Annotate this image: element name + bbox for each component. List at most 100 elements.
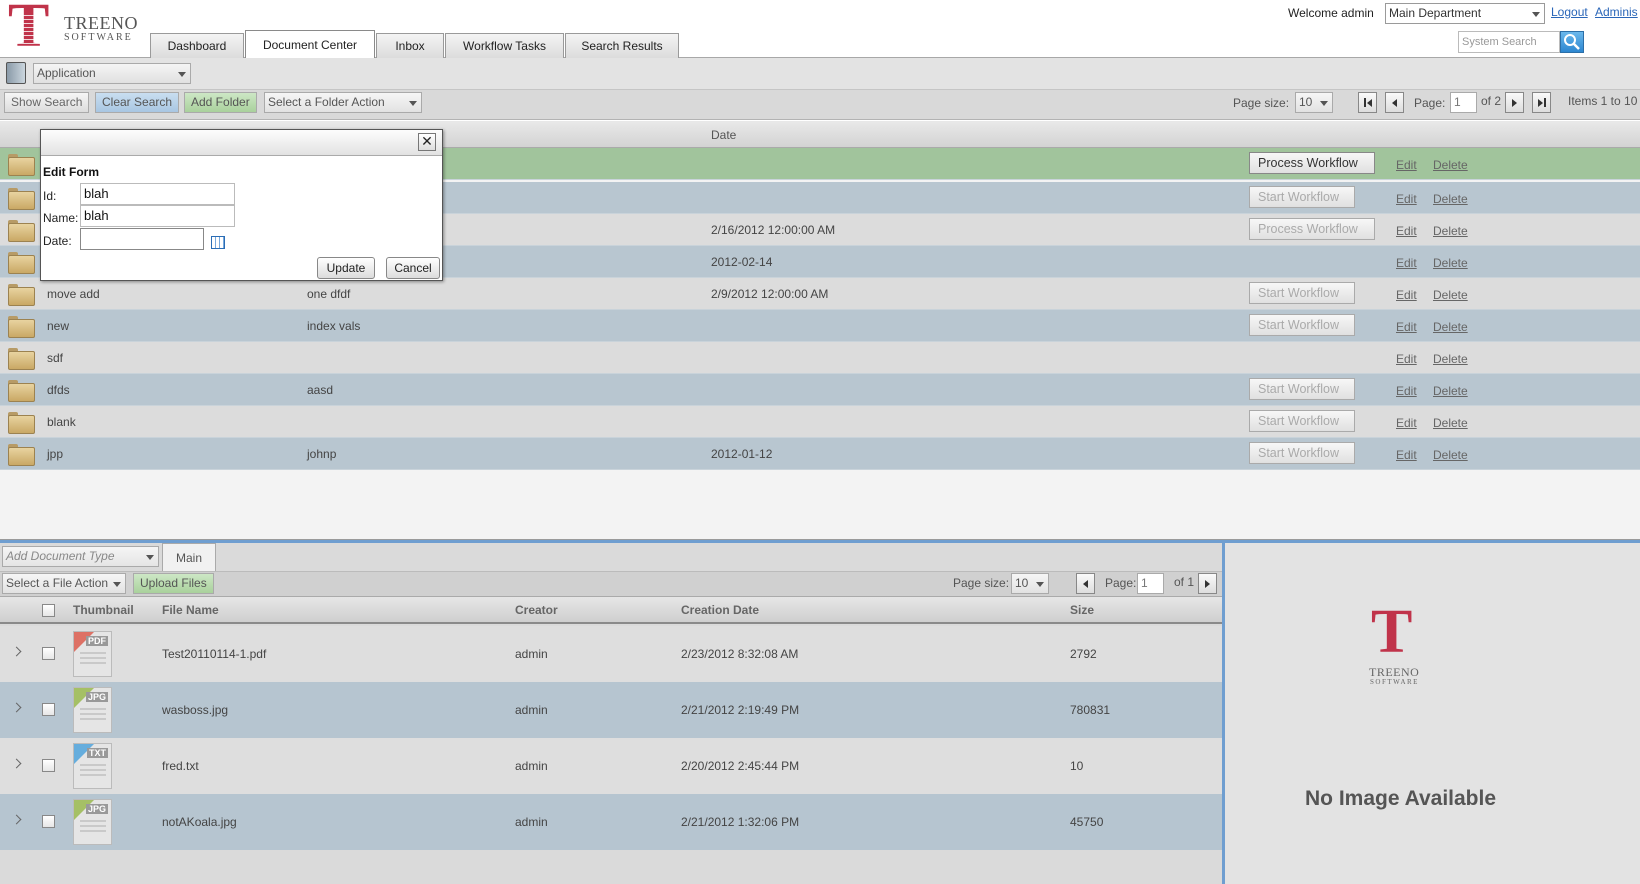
workflow-button[interactable]: Process Workflow bbox=[1249, 152, 1375, 174]
file-row[interactable]: JPG wasboss.jpg admin 2/21/2012 2:19:49 PM 7… bbox=[0, 682, 1222, 738]
file-page-input[interactable]: 1 bbox=[1137, 573, 1164, 594]
edit-link[interactable]: Edit bbox=[1396, 288, 1417, 302]
add-folder-button[interactable]: Add Folder bbox=[184, 92, 257, 113]
delete-link[interactable]: Delete bbox=[1433, 416, 1468, 430]
dialog-titlebar[interactable] bbox=[41, 130, 442, 156]
upload-files-button[interactable]: Upload Files bbox=[133, 573, 214, 594]
folder-row[interactable]: move add one dfdf 2/9/2012 12:00:00 AM Star… bbox=[0, 278, 1640, 310]
chevron-down-icon bbox=[409, 101, 417, 106]
delete-link[interactable]: Delete bbox=[1433, 158, 1468, 172]
page-input[interactable]: 1 bbox=[1450, 92, 1477, 113]
search-icon[interactable] bbox=[1560, 31, 1584, 53]
file-type-badge: JPG bbox=[85, 692, 108, 702]
prev-page-button[interactable] bbox=[1385, 92, 1404, 113]
id-input[interactable]: blah bbox=[80, 183, 235, 205]
file-thumbnail[interactable]: TXT bbox=[73, 743, 112, 789]
delete-link[interactable]: Delete bbox=[1433, 384, 1468, 398]
row-checkbox[interactable] bbox=[42, 703, 55, 716]
file-thumbnail[interactable]: JPG bbox=[73, 799, 112, 845]
workflow-button[interactable]: Start Workflow bbox=[1249, 442, 1355, 464]
clear-search-button[interactable]: Clear Search bbox=[95, 92, 180, 113]
file-next-page-button[interactable] bbox=[1198, 573, 1217, 594]
row-checkbox[interactable] bbox=[42, 815, 55, 828]
tab-search-results[interactable]: Search Results bbox=[565, 33, 679, 58]
edit-link[interactable]: Edit bbox=[1396, 448, 1417, 462]
chevron-right-icon[interactable] bbox=[11, 702, 22, 713]
workflow-button[interactable]: Start Workflow bbox=[1249, 314, 1355, 336]
tab-main[interactable]: Main bbox=[162, 543, 216, 571]
workflow-button[interactable]: Start Workflow bbox=[1249, 378, 1355, 400]
file-action-select[interactable]: Select a File Action bbox=[2, 573, 126, 594]
close-icon[interactable]: ✕ bbox=[418, 133, 436, 151]
edit-link[interactable]: Edit bbox=[1396, 192, 1417, 206]
tab-workflow-tasks[interactable]: Workflow Tasks bbox=[445, 33, 564, 58]
delete-link[interactable]: Delete bbox=[1433, 192, 1468, 206]
tab-dashboard[interactable]: Dashboard bbox=[150, 33, 244, 58]
folder-icon bbox=[8, 252, 35, 274]
edit-link[interactable]: Edit bbox=[1396, 352, 1417, 366]
tab-inbox[interactable]: Inbox bbox=[376, 33, 444, 58]
row-checkbox[interactable] bbox=[42, 647, 55, 660]
cabinet-select[interactable]: Application bbox=[33, 63, 191, 84]
file-row[interactable]: JPG notAKoala.jpg admin 2/21/2012 1:32:06 P… bbox=[0, 794, 1222, 850]
workflow-button[interactable]: Start Workflow bbox=[1249, 282, 1355, 304]
show-search-button[interactable]: Show Search bbox=[4, 92, 90, 113]
edit-link[interactable]: Edit bbox=[1396, 256, 1417, 270]
file-prev-page-button[interactable] bbox=[1076, 573, 1095, 594]
folder-row[interactable]: jpp johnp 2012-01-12 Start Workflow Edit Dele… bbox=[0, 438, 1640, 470]
file-row[interactable]: PDF Test20110114-1.pdf admin 2/23/2012 8:32… bbox=[0, 626, 1222, 682]
delete-link[interactable]: Delete bbox=[1433, 256, 1468, 270]
file-thumbnail[interactable]: PDF bbox=[73, 631, 112, 677]
folder-row[interactable]: new index vals Start Workflow Edit Delete bbox=[0, 310, 1640, 342]
next-page-button[interactable] bbox=[1505, 92, 1524, 113]
folder-action-select[interactable]: Select a Folder Action bbox=[264, 92, 422, 113]
workflow-button[interactable]: Process Workflow bbox=[1249, 218, 1375, 240]
page-size-select[interactable]: 10 bbox=[1295, 92, 1333, 113]
cancel-button[interactable]: Cancel bbox=[386, 257, 440, 279]
admin-link[interactable]: Adminis bbox=[1595, 5, 1638, 19]
folder-row[interactable]: sdf Edit Delete bbox=[0, 342, 1640, 374]
system-search-input[interactable]: System Search bbox=[1458, 31, 1560, 53]
delete-link[interactable]: Delete bbox=[1433, 352, 1468, 366]
folder-row[interactable]: blank Start Workflow Edit Delete bbox=[0, 406, 1640, 438]
file-size: 2792 bbox=[1070, 647, 1097, 661]
chevron-right-icon bbox=[1512, 99, 1517, 107]
calendar-icon[interactable] bbox=[211, 236, 225, 249]
file-page-size-select[interactable]: 10 bbox=[1011, 573, 1049, 594]
chevron-right-icon[interactable] bbox=[11, 646, 22, 657]
file-row[interactable]: TXT fred.txt admin 2/20/2012 2:45:44 PM 10 bbox=[0, 738, 1222, 794]
chevron-right-icon[interactable] bbox=[11, 758, 22, 769]
folder-icon bbox=[8, 284, 35, 306]
first-page-button[interactable] bbox=[1358, 92, 1377, 113]
edit-link[interactable]: Edit bbox=[1396, 416, 1417, 430]
delete-link[interactable]: Delete bbox=[1433, 224, 1468, 238]
logout-link[interactable]: Logout bbox=[1551, 5, 1588, 19]
workflow-button[interactable]: Start Workflow bbox=[1249, 186, 1355, 208]
file-creator: admin bbox=[515, 647, 548, 661]
logo-sub: SOFTWARE bbox=[64, 32, 133, 43]
name-input[interactable]: blah bbox=[80, 205, 235, 227]
department-select[interactable]: Main Department bbox=[1385, 3, 1545, 24]
delete-link[interactable]: Delete bbox=[1433, 320, 1468, 334]
last-page-button[interactable] bbox=[1532, 92, 1551, 113]
update-button[interactable]: Update bbox=[317, 257, 375, 279]
add-document-type-select[interactable]: Add Document Type bbox=[2, 546, 159, 567]
row-checkbox[interactable] bbox=[42, 759, 55, 772]
delete-link[interactable]: Delete bbox=[1433, 448, 1468, 462]
edit-link[interactable]: Edit bbox=[1396, 320, 1417, 334]
edit-link[interactable]: Edit bbox=[1396, 224, 1417, 238]
date-input[interactable] bbox=[80, 228, 204, 250]
folder-icon bbox=[8, 188, 35, 210]
folder-row[interactable]: dfds aasd Start Workflow Edit Delete bbox=[0, 374, 1640, 406]
chevron-down-icon bbox=[146, 555, 154, 560]
delete-link[interactable]: Delete bbox=[1433, 288, 1468, 302]
edit-link[interactable]: Edit bbox=[1396, 384, 1417, 398]
file-thumbnail[interactable]: JPG bbox=[73, 687, 112, 733]
chevron-down-icon bbox=[1532, 12, 1540, 17]
cabinet-icon bbox=[6, 62, 26, 84]
edit-link[interactable]: Edit bbox=[1396, 158, 1417, 172]
workflow-button[interactable]: Start Workflow bbox=[1249, 410, 1355, 432]
select-all-checkbox[interactable] bbox=[42, 604, 55, 617]
chevron-right-icon[interactable] bbox=[11, 814, 22, 825]
tab-document-center[interactable]: Document Center bbox=[245, 30, 375, 59]
